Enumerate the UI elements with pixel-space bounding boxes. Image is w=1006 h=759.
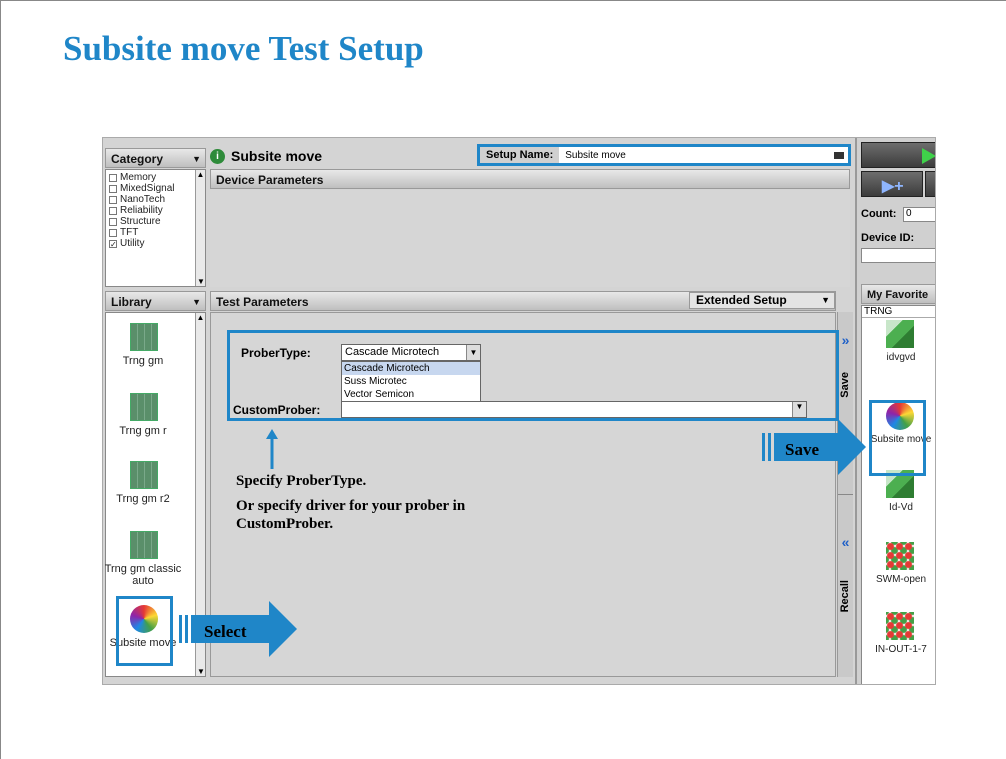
favorite-item-label: Id-Vd [889,502,913,513]
checkbox-icon[interactable] [109,206,117,215]
checkbox-icon[interactable] [109,228,117,237]
library-item-label: Trng gm [122,355,164,367]
category-dropdown[interactable]: Category ▼ [105,148,206,168]
collapse-icon[interactable]: « [838,534,853,550]
my-favorite-header: My Favorite [861,284,935,304]
parameters-highlight-box [227,330,839,421]
favorite-item[interactable]: Id-Vd [862,470,935,530]
favorite-list: TRNG idvgvd Subsite move Id-Vd SWM-open IN-O… [861,305,935,684]
side-tab-strip: » Save « Recall [837,312,853,677]
scroll-down-icon: ▼ [197,667,205,676]
favorite-item-label: SWM-open [875,574,926,585]
library-header: Library [111,295,152,309]
scroll-up-icon: ▲ [196,313,205,322]
category-item-label: Reliability [120,205,163,216]
setup-title: Subsite move [231,148,323,164]
up-arrow-icon [266,429,278,469]
switch-matrix-icon [886,542,914,570]
category-item-label: NanoTech [120,194,166,205]
scroll-down-icon: ▼ [197,277,205,286]
favorite-item-label: idvgvd [886,352,916,363]
save-tab[interactable]: Save [839,372,851,398]
library-item-label: Trng gm r2 [116,493,170,505]
category-item[interactable]: TFT [106,227,205,238]
count-field[interactable]: 0 [903,207,935,222]
category-item[interactable]: Structure [106,216,205,227]
chevron-down-icon: ▼ [192,297,201,307]
library-item[interactable]: Trng gm classic auto [104,531,196,595]
category-item[interactable]: Memory [106,172,205,183]
specify-line-3: CustomProber. [236,516,334,532]
play-icon [922,148,935,164]
run-button[interactable] [861,142,935,168]
library-item-label: Trng gm classic auto [104,563,182,587]
favorite-save-highlight-box [869,400,926,476]
category-item-label: TFT [120,227,139,238]
count-label: Count: [861,208,897,220]
setup-name-highlight-box [477,144,851,166]
select-callout: Select [204,622,247,641]
checkbox-icon[interactable] [109,195,117,204]
category-item-label: Utility [120,238,145,249]
extended-setup-dropdown[interactable]: Extended Setup ▼ [689,292,835,309]
specify-line-1: Specify ProberType. [236,473,367,489]
extended-setup-label: Extended Setup [696,293,787,307]
save-callout: Save [785,440,819,459]
checkbox-icon[interactable] [109,184,117,193]
category-item[interactable]: Reliability [106,205,205,216]
library-item-label: Trng gm r [119,425,167,437]
switch-matrix-icon [886,612,914,640]
tab-divider [838,494,853,495]
checkbox-checked-icon[interactable]: ✓ [109,239,117,248]
recall-tab[interactable]: Recall [839,580,851,612]
category-item[interactable]: ✓ Utility [106,238,205,249]
test-parameters-title: Test Parameters [216,295,309,309]
category-item[interactable]: NanoTech [106,194,205,205]
favorite-item[interactable]: idvgvd [862,320,935,380]
category-item-label: Structure [120,216,161,227]
gm-curve-icon [130,393,158,421]
checkbox-icon[interactable] [109,173,117,182]
category-scrollbar[interactable]: ▲ ▼ [195,170,205,286]
specify-line-2: Or specify driver for your prober in [236,498,466,514]
category-list: Memory MixedSignal NanoTech Reliability Stru… [105,169,206,287]
device-id-label: Device ID: [861,232,915,244]
checkbox-icon[interactable] [109,217,117,226]
append-run-button[interactable]: ▶+ [861,171,923,197]
library-item[interactable]: Trng gm [106,323,196,387]
library-select-highlight-box [116,596,173,666]
favorite-item[interactable]: SWM-open [862,542,935,602]
slide-title: Subsite move Test Setup [63,29,424,68]
device-parameters-header: Device Parameters [210,169,850,189]
gm-curve-icon [130,531,158,559]
library-item[interactable]: Trng gm r2 [106,461,196,525]
device-id-field[interactable] [861,248,935,263]
library-item[interactable]: Trng gm r [106,393,196,457]
chevron-down-icon: ▼ [192,154,201,164]
category-item-label: MixedSignal [120,183,175,194]
info-icon[interactable]: i [210,148,225,164]
library-dropdown[interactable]: Library ▼ [105,291,206,311]
scroll-up-icon: ▲ [196,170,205,179]
favorite-group: TRNG [862,306,935,318]
device-parameters-area [210,190,850,287]
play-plus-icon: ▶+ [882,178,904,195]
category-header: Category [111,152,164,166]
category-item-label: Memory [120,172,157,183]
gm-curve-icon [130,461,158,489]
extra-button[interactable] [925,171,935,197]
chevron-down-icon: ▼ [821,295,830,305]
idvgvd-icon [886,320,914,348]
slide: Subsite move Test Setup Category ▼ Memor… [0,0,1006,759]
favorite-item-label: IN-OUT-1-7 [875,644,927,655]
gm-curve-icon [130,323,158,351]
expand-icon[interactable]: » [838,332,853,348]
category-item[interactable]: MixedSignal [106,183,205,194]
favorite-item[interactable]: IN-OUT-1-7 [862,612,935,672]
